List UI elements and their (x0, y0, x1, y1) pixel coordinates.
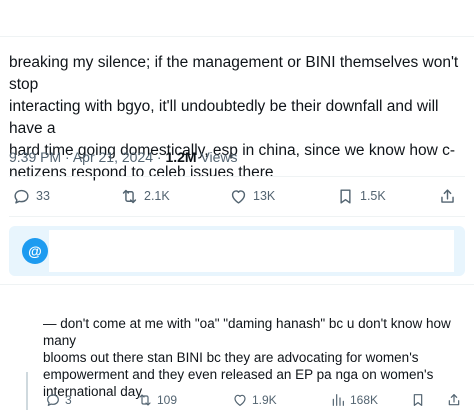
share-icon (448, 394, 460, 406)
reply-like-button[interactable]: 1.9K (232, 390, 277, 410)
views-label: Views (200, 149, 238, 165)
divider (0, 284, 474, 285)
divider (9, 216, 465, 217)
bookmark-icon (413, 394, 423, 406)
reply-reply-count: 3 (65, 393, 72, 407)
meta-separator: · (65, 149, 70, 165)
repost-icon (139, 394, 151, 406)
reply-views-button[interactable]: 168K (330, 390, 378, 410)
share-button[interactable] (438, 183, 457, 209)
reply-like-count: 1.9K (252, 393, 277, 407)
repost-button[interactable]: 2.1K (120, 183, 170, 209)
tweet-meta: 9:39 PM · Apr 21, 2024 · 1.2M Views (9, 148, 238, 166)
repost-icon (122, 189, 137, 203)
reply-repost-button[interactable]: 109 (137, 390, 177, 410)
divider (9, 176, 465, 177)
reply-icon (47, 394, 59, 406)
analytics-bar-icon (332, 394, 344, 406)
repost-count: 2.1K (144, 189, 170, 203)
bookmark-count: 1.5K (360, 189, 386, 203)
heart-icon (231, 189, 246, 204)
views-count[interactable]: 1.2M (165, 149, 196, 165)
reply-button[interactable]: 33 (12, 183, 50, 209)
share-icon (441, 188, 454, 203)
reply-action-bar: 3 109 1.9K 168K (0, 390, 474, 410)
tweet-time[interactable]: 9:39 PM (9, 149, 61, 165)
reply-count: 33 (36, 189, 50, 203)
reply-composer: @ (9, 226, 465, 276)
reply-tweet-text: — don't come at me with "oa" "daming han… (43, 316, 451, 399)
reply-share-button[interactable] (446, 390, 462, 410)
reply-repost-count: 109 (157, 393, 178, 407)
like-button[interactable]: 13K (229, 183, 275, 209)
reply-reply-button[interactable]: 3 (45, 390, 72, 410)
at-sign-avatar-icon: @ (22, 238, 48, 264)
tweet-action-bar: 33 2.1K 13K 1.5K (0, 183, 474, 209)
meta-separator: · (156, 149, 162, 165)
bookmark-button[interactable]: 1.5K (336, 183, 386, 209)
heart-icon (234, 394, 246, 406)
like-count: 13K (253, 189, 276, 203)
tweet-date[interactable]: Apr 21, 2024 (73, 149, 153, 165)
reply-bookmark-button[interactable] (410, 390, 426, 410)
reply-input[interactable] (49, 230, 454, 272)
top-divider (0, 36, 474, 37)
bookmark-icon (340, 188, 351, 204)
reply-views-count: 168K (350, 393, 379, 407)
reply-icon (14, 189, 29, 204)
